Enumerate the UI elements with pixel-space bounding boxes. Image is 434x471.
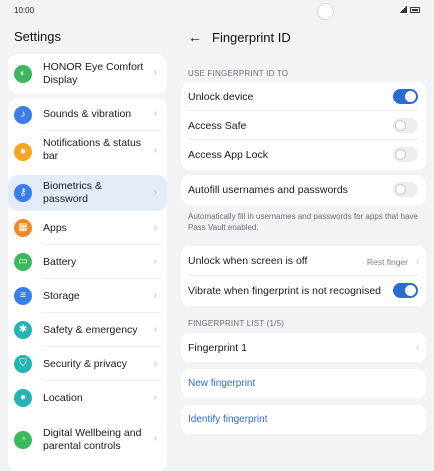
- row-label: Vibrate when fingerprint is not recognis…: [188, 285, 382, 297]
- identify-fingerprint-button[interactable]: Identify fingerprint: [181, 405, 426, 434]
- settings-item-label: Location: [43, 392, 83, 404]
- settings-item-security[interactable]: ⛉ Security & privacy ›: [8, 347, 167, 381]
- chevron-right-icon: ›: [153, 67, 157, 78]
- arrow-left-icon[interactable]: ←: [188, 29, 202, 45]
- location-pin-icon: ●: [14, 389, 32, 407]
- chevron-right-icon: ›: [153, 222, 157, 233]
- settings-item-label: Storage: [43, 290, 80, 302]
- sound-icon: ♪: [14, 106, 32, 124]
- fingerprint-pane: ← Fingerprint ID USE FINGERPRINT ID TO U…: [173, 20, 434, 471]
- status-bar: 10:00: [0, 0, 434, 20]
- row-label: Unlock device: [188, 91, 254, 103]
- settings-item-label: Battery: [43, 256, 77, 268]
- section-label-use: USE FINGERPRINT ID TO: [188, 69, 289, 78]
- row-label: Access Safe: [188, 120, 247, 132]
- settings-item-label: Biometrics & password: [43, 180, 102, 205]
- settings-item-label: Sounds & vibration: [43, 108, 132, 120]
- settings-item-label: Apps: [43, 222, 67, 234]
- settings-item-safety[interactable]: ✱ Safety & emergency ›: [8, 313, 167, 347]
- new-fingerprint-link[interactable]: New fingerprint: [188, 378, 255, 389]
- unlock-device-toggle[interactable]: [393, 89, 418, 104]
- toggle-knob: [395, 120, 406, 131]
- settings-item-battery[interactable]: ▭ Battery ›: [8, 245, 167, 279]
- row-vibrate[interactable]: Vibrate when fingerprint is not recognis…: [181, 276, 426, 306]
- settings-group-system: ⚷ Biometrics & password › ▦ Apps › ▭ Bat…: [8, 175, 167, 434]
- chevron-right-icon: ›: [416, 342, 419, 352]
- row-access-app-lock[interactable]: Access App Lock: [181, 140, 426, 170]
- settings-item-label: Safety & emergency: [43, 324, 138, 336]
- row-fingerprint-1[interactable]: Fingerprint 1 ›: [181, 333, 426, 362]
- bell-icon: ●: [14, 143, 32, 161]
- autofill-toggle[interactable]: [393, 182, 418, 197]
- settings-item-storage[interactable]: ≡ Storage ›: [8, 279, 167, 313]
- status-icons: [399, 6, 420, 13]
- settings-item-label: HONOR Eye Comfort Display: [43, 61, 144, 86]
- settings-item-location[interactable]: ● Location ›: [8, 381, 167, 415]
- chevron-right-icon: ›: [153, 187, 157, 198]
- settings-title: Settings: [14, 29, 61, 44]
- unlock-options-card: Unlock when screen is off Rest finger › …: [181, 246, 426, 306]
- key-icon: ⚷: [14, 184, 32, 202]
- row-unlock-screen-off[interactable]: Unlock when screen is off Rest finger ›: [181, 246, 426, 276]
- toggle-knob: [395, 149, 406, 160]
- battery-status-icon: [410, 6, 420, 13]
- autofill-note: Automatically fill in usernames and pass…: [188, 212, 418, 232]
- chevron-right-icon: ›: [153, 145, 157, 156]
- access-app-lock-toggle[interactable]: [393, 147, 418, 162]
- wellbeing-icon: ◔: [14, 431, 32, 449]
- row-access-safe[interactable]: Access Safe: [181, 111, 426, 140]
- row-value: Rest finger: [366, 257, 408, 267]
- shield-icon: ⛉: [14, 355, 32, 373]
- settings-item-wellbeing[interactable]: ◔ Digital Wellbeing and parental control…: [8, 419, 167, 461]
- row-label: Access App Lock: [188, 149, 268, 161]
- chevron-right-icon: ›: [153, 433, 157, 444]
- toggle-knob: [405, 91, 416, 102]
- new-fingerprint-card: New fingerprint: [181, 369, 426, 398]
- settings-item-notifications[interactable]: ● Notifications & status bar ›: [8, 131, 167, 173]
- toggle-knob: [395, 184, 406, 195]
- chevron-right-icon: ›: [416, 256, 419, 266]
- status-time: 10:00: [14, 6, 35, 15]
- chevron-right-icon: ›: [153, 324, 157, 335]
- fingerprint-list-card: Fingerprint 1 ›: [181, 333, 426, 362]
- asterisk-icon: ✱: [14, 321, 32, 339]
- chevron-right-icon: ›: [153, 392, 157, 403]
- chevron-right-icon: ›: [153, 256, 157, 267]
- front-camera: [317, 3, 334, 20]
- identify-fingerprint-card: Identify fingerprint: [181, 405, 426, 434]
- row-autofill[interactable]: Autofill usernames and passwords: [181, 175, 426, 205]
- settings-pane: Settings ◐ HONOR Eye Comfort Display › ♪…: [0, 20, 173, 471]
- signal-icon: [399, 6, 407, 13]
- row-label: Fingerprint 1: [188, 342, 247, 354]
- autofill-card: Autofill usernames and passwords: [181, 175, 426, 205]
- new-fingerprint-button[interactable]: New fingerprint: [181, 369, 426, 398]
- battery-icon: ▭: [14, 253, 32, 271]
- apps-grid-icon: ▦: [14, 219, 32, 237]
- section-label-list: FINGERPRINT LIST (1/5): [188, 319, 285, 328]
- eye-comfort-icon: ◐: [14, 65, 32, 83]
- settings-item-apps[interactable]: ▦ Apps ›: [8, 211, 167, 245]
- chevron-right-icon: ›: [153, 358, 157, 369]
- settings-group-display: ◐ HONOR Eye Comfort Display ›: [8, 54, 167, 94]
- settings-item-biometrics[interactable]: ⚷ Biometrics & password ›: [8, 175, 167, 211]
- chevron-right-icon: ›: [153, 290, 157, 301]
- settings-item-eye-comfort[interactable]: ◐ HONOR Eye Comfort Display ›: [8, 54, 167, 94]
- chevron-right-icon: ›: [153, 108, 157, 119]
- access-safe-toggle[interactable]: [393, 118, 418, 133]
- row-unlock-device[interactable]: Unlock device: [181, 82, 426, 111]
- page-title: Fingerprint ID: [212, 30, 291, 45]
- row-label: Unlock when screen is off: [188, 255, 308, 267]
- toggle-knob: [405, 285, 416, 296]
- settings-group-wellbeing: ◔ Digital Wellbeing and parental control…: [8, 419, 167, 471]
- identify-fingerprint-link[interactable]: Identify fingerprint: [188, 414, 268, 425]
- vibrate-toggle[interactable]: [393, 283, 418, 298]
- settings-item-label: Digital Wellbeing and parental controls: [43, 427, 142, 452]
- settings-item-sounds[interactable]: ♪ Sounds & vibration ›: [8, 98, 167, 131]
- row-label: Autofill usernames and passwords: [188, 184, 348, 196]
- storage-icon: ≡: [14, 287, 32, 305]
- settings-item-label: Security & privacy: [43, 358, 128, 370]
- settings-item-label: Notifications & status bar: [43, 137, 142, 162]
- use-fingerprint-card: Unlock device Access Safe Access App Loc…: [181, 82, 426, 170]
